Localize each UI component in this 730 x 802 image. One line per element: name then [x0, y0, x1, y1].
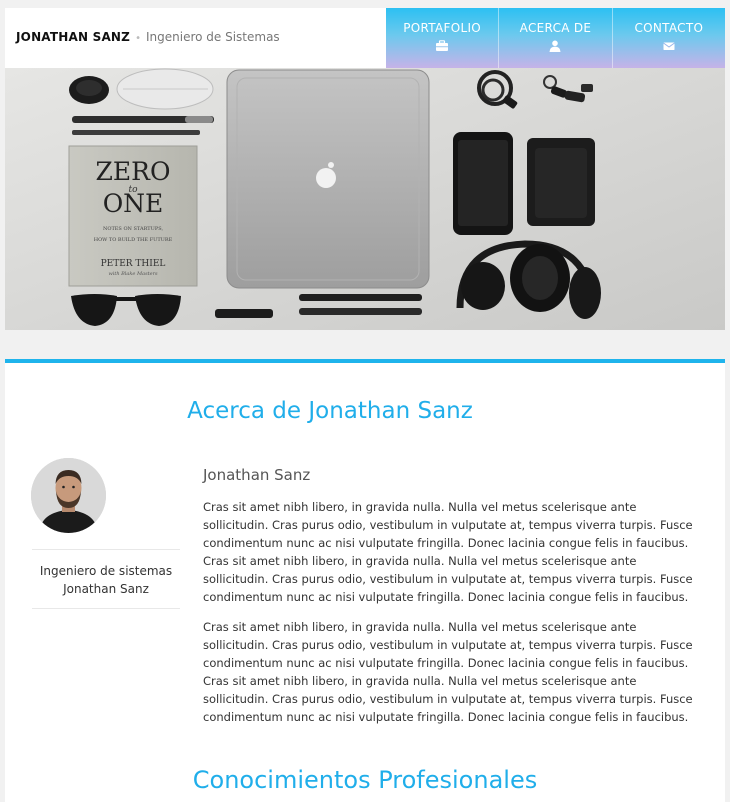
- nav-item-acerca-de[interactable]: ACERCA DE: [498, 8, 611, 68]
- about-title: Acerca de Jonathan Sanz: [187, 398, 473, 424]
- about-section: Acerca de Jonathan Sanz Ingeniero de sis…: [5, 359, 725, 802]
- main-nav: PORTAFOLIO ACERCA DE CONTACTO: [386, 8, 725, 68]
- book-author: PETER THIEL: [101, 259, 166, 269]
- bio-paragraph: Cras sit amet nibh libero, in gravida nu…: [203, 620, 693, 724]
- pen: [72, 130, 200, 135]
- envelope-icon: [663, 42, 675, 50]
- user-icon: [549, 40, 561, 52]
- marker: [299, 308, 422, 315]
- brand-role: Ingeniero de Sistemas: [145, 30, 280, 44]
- book-title-1: ZERO: [96, 157, 171, 186]
- profile-caption: Ingeniero de sistemas Jonathan Sanz: [32, 549, 180, 609]
- nav-label: ACERCA DE: [519, 21, 592, 35]
- brand-separator: •: [135, 33, 141, 44]
- apple-logo: [316, 168, 336, 188]
- brand[interactable]: JONATHAN SANZ • Ingeniero de Sistemas: [16, 30, 280, 44]
- usb-drive: [215, 309, 273, 318]
- avatar: [31, 458, 106, 533]
- bio-paragraph: Cras sit amet nibh libero, in gravida nu…: [203, 500, 693, 604]
- marker: [299, 294, 422, 301]
- book-subtitle-1: NOTES ON STARTUPS,: [103, 226, 163, 232]
- book-subtitle-2: HOW TO BUILD THE FUTURE: [94, 237, 173, 243]
- caption-role: Ingeniero de sistemas: [39, 564, 173, 578]
- bio-name: Jonathan Sanz: [203, 466, 311, 484]
- hero-image: ZERO to ONE NOTES ON STARTUPS, HOW TO BU…: [5, 68, 725, 330]
- skills-title: Conocimientos Profesionales: [192, 766, 538, 794]
- nav-item-portafolio[interactable]: PORTAFOLIO: [386, 8, 498, 68]
- nav-label: PORTAFOLIO: [403, 21, 482, 35]
- brand-name[interactable]: JONATHAN SANZ: [16, 30, 130, 44]
- nav-item-contacto[interactable]: CONTACTO: [611, 8, 725, 68]
- hero-desk-photo: ZERO to ONE NOTES ON STARTUPS, HOW TO BU…: [5, 68, 725, 330]
- book-coauthor: with Blake Masters: [108, 271, 158, 277]
- nav-label: CONTACTO: [634, 21, 704, 35]
- site-header: JONATHAN SANZ • Ingeniero de Sistemas PORT…: [5, 8, 725, 68]
- book-title-3: ONE: [103, 189, 164, 218]
- caption-name: Jonathan Sanz: [63, 582, 149, 596]
- briefcase-icon: [436, 40, 449, 51]
- profile-photo: [31, 458, 106, 533]
